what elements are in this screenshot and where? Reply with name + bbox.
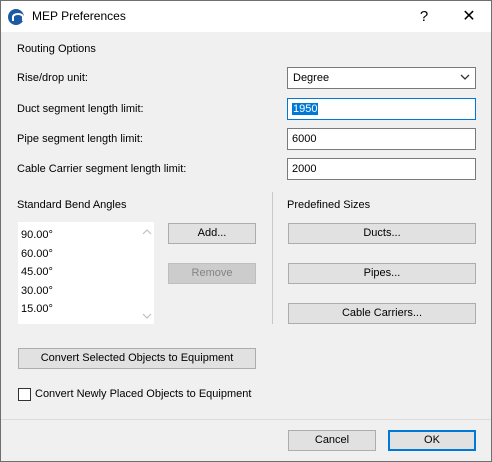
list-item[interactable]: 60.00° xyxy=(18,245,154,264)
predefined-sizes-heading: Predefined Sizes xyxy=(287,199,371,211)
window-title: MEP Preferences xyxy=(32,9,126,23)
convert-new-objects-checkbox[interactable] xyxy=(18,388,31,401)
cable-carrier-segment-limit-label: Cable Carrier segment length limit: xyxy=(17,163,187,175)
help-button[interactable]: ? xyxy=(409,5,439,29)
duct-segment-limit-label: Duct segment length limit: xyxy=(17,103,144,115)
rise-drop-unit-select[interactable]: Degree xyxy=(287,67,476,89)
cable-carriers-button[interactable]: Cable Carriers... xyxy=(288,303,476,324)
routing-options-heading: Routing Options xyxy=(17,43,96,55)
close-button[interactable]: ✕ xyxy=(454,5,484,29)
section-divider xyxy=(272,192,273,324)
archicad-app-icon xyxy=(8,9,24,25)
mep-preferences-dialog: MEP Preferences ? ✕ Routing Options Rise… xyxy=(0,0,492,462)
pipe-segment-limit-field[interactable]: 6000 xyxy=(287,128,476,150)
convert-selected-button[interactable]: Convert Selected Objects to Equipment xyxy=(18,348,256,369)
list-item[interactable]: 15.00° xyxy=(18,300,154,319)
list-item[interactable]: 45.00° xyxy=(18,263,154,282)
ducts-button[interactable]: Ducts... xyxy=(288,223,476,244)
duct-segment-limit-value: 1950 xyxy=(292,103,319,115)
rise-drop-unit-label: Rise/drop unit: xyxy=(17,72,88,84)
ok-button[interactable]: OK xyxy=(388,430,476,451)
cancel-button[interactable]: Cancel xyxy=(288,430,376,451)
add-angle-button[interactable]: Add... xyxy=(168,223,256,244)
pipes-button[interactable]: Pipes... xyxy=(288,263,476,284)
standard-bend-angles-heading: Standard Bend Angles xyxy=(17,199,127,211)
scroll-down-arrow-icon[interactable] xyxy=(142,312,152,320)
footer-divider xyxy=(1,419,491,420)
list-item[interactable]: 90.00° xyxy=(18,226,154,245)
rise-drop-unit-value: Degree xyxy=(293,72,330,84)
chevron-down-icon xyxy=(460,74,470,80)
title-bar: MEP Preferences ? ✕ xyxy=(1,1,491,32)
remove-angle-button[interactable]: Remove xyxy=(168,263,256,284)
duct-segment-limit-field[interactable]: 1950 xyxy=(287,98,476,120)
list-item[interactable]: 30.00° xyxy=(18,282,154,301)
pipe-segment-limit-label: Pipe segment length limit: xyxy=(17,133,143,145)
scroll-up-arrow-icon[interactable] xyxy=(142,228,152,236)
convert-new-objects-label[interactable]: Convert Newly Placed Objects to Equipmen… xyxy=(35,388,251,400)
cable-carrier-segment-limit-field[interactable]: 2000 xyxy=(287,158,476,180)
bend-angles-list[interactable]: 90.00° 60.00° 45.00° 30.00° 15.00° xyxy=(17,221,155,325)
